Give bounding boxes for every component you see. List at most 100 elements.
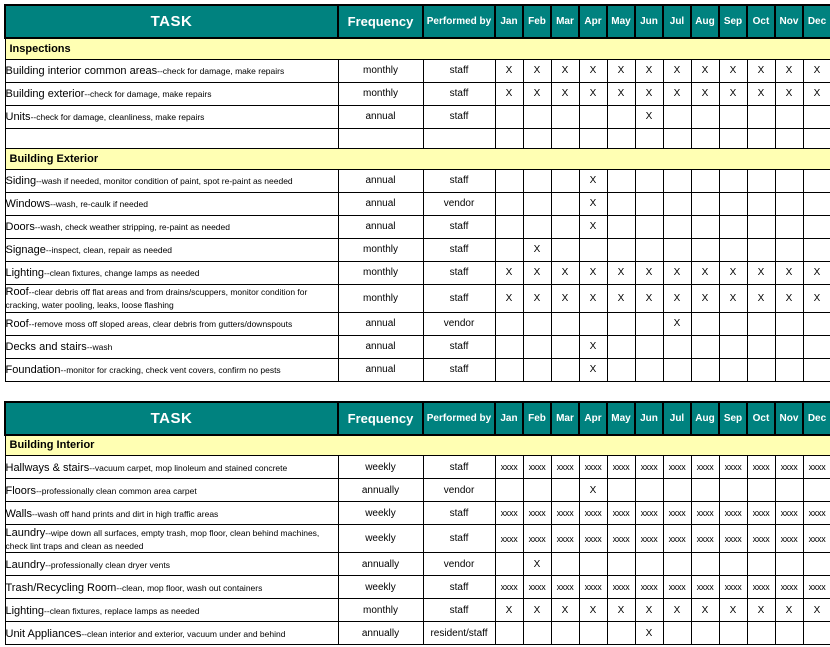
cell-frequency: weekly — [337, 501, 424, 525]
cell-task: Roof--clear debris off flat areas and fr… — [4, 283, 339, 313]
cell-frequency: annual — [337, 168, 424, 193]
column-header-month-nov: Nov — [774, 4, 804, 39]
cell-month-jan: X — [494, 58, 524, 83]
cell-month-may: X — [606, 58, 636, 83]
cell-month-sep — [718, 311, 748, 336]
cell-month-oct — [746, 478, 776, 502]
cell-month-mar — [550, 168, 580, 193]
cell-month-feb: xxxx — [522, 575, 552, 599]
cell-frequency: weekly — [337, 575, 424, 599]
cell-month-nov: xxxx — [774, 501, 804, 525]
cell-frequency: annual — [337, 214, 424, 239]
cell-month-nov — [774, 357, 804, 382]
cell-performed-by: staff — [422, 168, 496, 193]
cell-month-dec: X — [802, 81, 830, 106]
cell-month-apr: xxxx — [578, 524, 608, 553]
task-description: --wash, re-caulk if needed — [50, 199, 148, 209]
cell-month-dec — [802, 237, 830, 262]
cell-month-aug — [690, 357, 720, 382]
cell-month-jun — [634, 478, 664, 502]
cell-month-oct: X — [746, 260, 776, 285]
cell-month-feb: X — [522, 598, 552, 622]
cell-month-apr: X — [578, 58, 608, 83]
cell-month-dec — [802, 621, 830, 645]
task-name: Hallways & stairs — [5, 461, 90, 474]
cell-month-mar: X — [550, 260, 580, 285]
cell-month-mar — [550, 311, 580, 336]
cell-month-nov: X — [774, 598, 804, 622]
cell-month-oct: xxxx — [746, 501, 776, 525]
cell-month-nov: xxxx — [774, 575, 804, 599]
cell-month-dec — [802, 214, 830, 239]
cell-month-dec: X — [802, 260, 830, 285]
gap-row — [4, 381, 830, 401]
cell-month-dec — [802, 478, 830, 502]
cell-month-mar: X — [550, 81, 580, 106]
cell-month-dec — [802, 357, 830, 382]
cell-month-dec: xxxx — [802, 575, 830, 599]
cell-month-sep — [718, 214, 748, 239]
column-header-month-apr: Apr — [578, 4, 608, 39]
cell-performed-by: staff — [422, 214, 496, 239]
cell-month-jun: X — [634, 104, 664, 129]
task-description: --clean fixtures, change lamps as needed — [44, 268, 200, 278]
table-row: Decks and stairs--wash annual staff X — [4, 334, 830, 359]
table-row: Windows--wash, re-caulk if needed annual v… — [4, 191, 830, 216]
cell-month-may: X — [606, 598, 636, 622]
cell-month-nov — [774, 621, 804, 645]
cell-month-aug — [690, 621, 720, 645]
cell-month-aug: xxxx — [690, 524, 720, 553]
cell-month-nov — [774, 127, 804, 149]
cell-month-jul — [662, 191, 692, 216]
task-name: Laundry — [5, 558, 46, 571]
cell-task: Siding--wash if needed, monitor conditio… — [4, 168, 339, 193]
table-row: Units--check for damage, cleanliness, ma… — [4, 104, 830, 129]
column-header-frequency: Frequency — [337, 400, 424, 436]
cell-month-sep — [718, 168, 748, 193]
task-name: Signage — [5, 244, 46, 256]
column-header-month-jul: Jul — [662, 4, 692, 39]
cell-month-jan — [494, 621, 524, 645]
cell-month-feb — [522, 334, 552, 359]
task-description: --clean, mop floor, wash out containers — [116, 582, 263, 593]
cell-month-feb: xxxx — [522, 524, 552, 553]
column-header-month-sep: Sep — [718, 4, 748, 39]
cell-month-jan — [494, 127, 524, 149]
table-row: Roof--remove moss off sloped areas, clea… — [4, 311, 830, 336]
cell-month-apr: X — [578, 260, 608, 285]
cell-month-mar — [550, 191, 580, 216]
cell-month-sep: X — [718, 283, 748, 313]
cell-month-dec — [802, 127, 830, 149]
cell-month-aug — [690, 191, 720, 216]
cell-month-jan — [494, 311, 524, 336]
cell-month-jul — [662, 552, 692, 576]
column-header-month-may: May — [606, 400, 636, 436]
cell-task: Walls--wash off hand prints and dirt in … — [4, 501, 339, 525]
section-band-fill — [495, 37, 830, 60]
task-name: Trash/Recycling Room — [5, 581, 117, 594]
cell-month-may — [606, 334, 636, 359]
table-row: Lighting--clean fixtures, replace lamps … — [4, 598, 830, 622]
cell-month-may — [606, 168, 636, 193]
cell-month-may — [606, 311, 636, 336]
table-row: Siding--wash if needed, monitor conditio… — [4, 168, 830, 193]
cell-month-may — [606, 357, 636, 382]
cell-month-feb — [522, 311, 552, 336]
cell-month-aug: xxxx — [690, 455, 720, 479]
cell-month-oct — [746, 621, 776, 645]
cell-month-jun — [634, 311, 664, 336]
table-row: Laundry--wipe down all surfaces, empty t… — [4, 524, 830, 553]
cell-month-may — [606, 237, 636, 262]
cell-month-mar: X — [550, 598, 580, 622]
task-description: --vacuum carpet, mop linoleum and staine… — [89, 462, 288, 473]
table-row: Building exterior--check for damage, mak… — [4, 81, 830, 106]
cell-month-apr: X — [578, 283, 608, 313]
cell-month-nov — [774, 552, 804, 576]
cell-month-dec — [802, 191, 830, 216]
cell-month-sep: X — [718, 81, 748, 106]
cell-month-jan — [494, 478, 524, 502]
maintenance-schedule-page: TASK Frequency Performed by Jan Feb Mar Apr May… — [0, 0, 830, 647]
cell-month-jun — [634, 237, 664, 262]
cell-month-oct — [746, 104, 776, 129]
cell-performed-by: staff — [422, 575, 496, 599]
